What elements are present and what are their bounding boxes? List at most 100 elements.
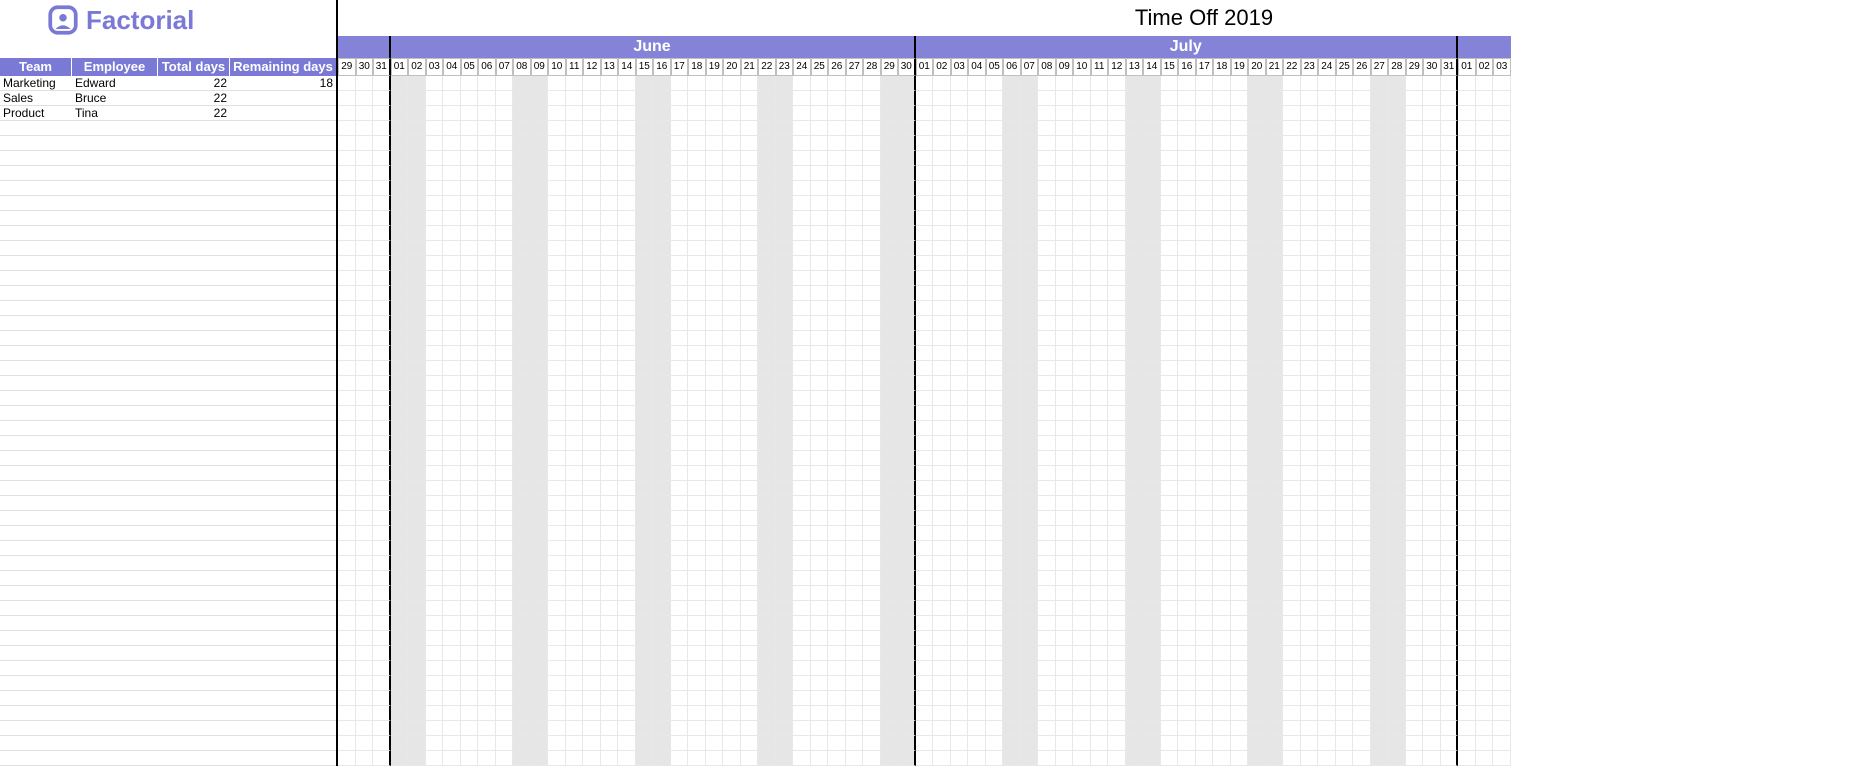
cell-total-days[interactable] bbox=[158, 616, 230, 630]
calendar-cell[interactable] bbox=[391, 526, 409, 541]
calendar-cell[interactable] bbox=[566, 511, 584, 526]
calendar-cell[interactable] bbox=[1493, 316, 1511, 331]
calendar-cell[interactable] bbox=[776, 421, 794, 436]
calendar-cell[interactable] bbox=[601, 676, 619, 691]
calendar-cell[interactable] bbox=[1476, 121, 1494, 136]
calendar-cell[interactable] bbox=[828, 226, 846, 241]
calendar-cell[interactable] bbox=[1126, 226, 1144, 241]
calendar-cell[interactable] bbox=[1056, 121, 1074, 136]
calendar-cell[interactable] bbox=[496, 541, 514, 556]
calendar-cell[interactable] bbox=[1406, 361, 1424, 376]
calendar-cell[interactable] bbox=[1476, 196, 1494, 211]
calendar-cell[interactable] bbox=[1301, 661, 1319, 676]
calendar-cell[interactable] bbox=[1283, 391, 1301, 406]
calendar-cell[interactable] bbox=[1476, 406, 1494, 421]
calendar-cell[interactable] bbox=[601, 286, 619, 301]
calendar-cell[interactable] bbox=[741, 556, 759, 571]
calendar-cell[interactable] bbox=[1318, 286, 1336, 301]
calendar-cell[interactable] bbox=[1073, 391, 1091, 406]
employee-row[interactable] bbox=[0, 151, 336, 166]
calendar-cell[interactable] bbox=[461, 631, 479, 646]
calendar-cell[interactable] bbox=[986, 376, 1004, 391]
calendar-cell[interactable] bbox=[828, 181, 846, 196]
calendar-cell[interactable] bbox=[1301, 106, 1319, 121]
calendar-cell[interactable] bbox=[1108, 76, 1126, 91]
calendar-cell[interactable] bbox=[1021, 256, 1039, 271]
calendar-cell[interactable] bbox=[1091, 196, 1109, 211]
calendar-cell[interactable] bbox=[758, 331, 776, 346]
calendar-cell[interactable] bbox=[916, 391, 934, 406]
calendar-cell[interactable] bbox=[653, 256, 671, 271]
calendar-cell[interactable] bbox=[1441, 181, 1459, 196]
calendar-cell[interactable] bbox=[1388, 526, 1406, 541]
calendar-cell[interactable] bbox=[1301, 181, 1319, 196]
calendar-cell[interactable] bbox=[1231, 391, 1249, 406]
calendar-cell[interactable] bbox=[338, 511, 356, 526]
calendar-cell[interactable] bbox=[636, 271, 654, 286]
calendar-cell[interactable] bbox=[1423, 451, 1441, 466]
calendar-cell[interactable] bbox=[741, 121, 759, 136]
cell-employee[interactable] bbox=[72, 721, 158, 735]
calendar-cell[interactable] bbox=[636, 391, 654, 406]
calendar-cell[interactable] bbox=[741, 346, 759, 361]
calendar-cell[interactable] bbox=[933, 391, 951, 406]
calendar-cell[interactable] bbox=[1231, 691, 1249, 706]
calendar-cell[interactable] bbox=[1283, 301, 1301, 316]
calendar-cell[interactable] bbox=[933, 721, 951, 736]
calendar-cell[interactable] bbox=[373, 736, 391, 751]
employee-row[interactable] bbox=[0, 286, 336, 301]
calendar-cell[interactable] bbox=[461, 301, 479, 316]
employee-row[interactable] bbox=[0, 736, 336, 751]
calendar-cell[interactable] bbox=[811, 526, 829, 541]
calendar-cell[interactable] bbox=[776, 541, 794, 556]
calendar-cell[interactable] bbox=[1301, 556, 1319, 571]
calendar-cell[interactable] bbox=[1423, 721, 1441, 736]
calendar-cell[interactable] bbox=[846, 241, 864, 256]
calendar-cell[interactable] bbox=[1371, 556, 1389, 571]
cell-remaining-days[interactable]: 18 bbox=[230, 76, 336, 90]
calendar-cell[interactable] bbox=[1388, 211, 1406, 226]
cell-remaining-days[interactable] bbox=[230, 646, 336, 660]
calendar-cell[interactable] bbox=[426, 496, 444, 511]
calendar-cell[interactable] bbox=[898, 721, 916, 736]
calendar-cell[interactable] bbox=[1318, 436, 1336, 451]
calendar-cell[interactable] bbox=[986, 661, 1004, 676]
calendar-cell[interactable] bbox=[443, 526, 461, 541]
calendar-cell[interactable] bbox=[513, 661, 531, 676]
calendar-cell[interactable] bbox=[1441, 166, 1459, 181]
calendar-cell[interactable] bbox=[496, 136, 514, 151]
calendar-cell[interactable] bbox=[1476, 256, 1494, 271]
calendar-cell[interactable] bbox=[356, 91, 374, 106]
calendar-cell[interactable] bbox=[1388, 76, 1406, 91]
calendar-cell[interactable] bbox=[723, 406, 741, 421]
calendar-cell[interactable] bbox=[1266, 106, 1284, 121]
calendar-cell[interactable] bbox=[618, 601, 636, 616]
calendar-cell[interactable] bbox=[653, 241, 671, 256]
cell-employee[interactable] bbox=[72, 751, 158, 765]
calendar-cell[interactable] bbox=[1038, 136, 1056, 151]
calendar-cell[interactable] bbox=[1266, 691, 1284, 706]
calendar-cell[interactable] bbox=[1336, 526, 1354, 541]
calendar-cell[interactable] bbox=[1126, 76, 1144, 91]
calendar-cell[interactable] bbox=[461, 421, 479, 436]
calendar-cell[interactable] bbox=[1231, 301, 1249, 316]
calendar-cell[interactable] bbox=[478, 121, 496, 136]
calendar-cell[interactable] bbox=[863, 286, 881, 301]
calendar-cell[interactable] bbox=[653, 121, 671, 136]
calendar-cell[interactable] bbox=[1073, 421, 1091, 436]
calendar-cell[interactable] bbox=[1038, 301, 1056, 316]
calendar-cell[interactable] bbox=[863, 421, 881, 436]
calendar-cell[interactable] bbox=[478, 511, 496, 526]
calendar-cell[interactable] bbox=[1266, 421, 1284, 436]
cell-team[interactable] bbox=[0, 526, 72, 540]
calendar-cell[interactable] bbox=[1248, 496, 1266, 511]
calendar-cell[interactable] bbox=[601, 256, 619, 271]
calendar-cell[interactable] bbox=[671, 91, 689, 106]
calendar-cell[interactable] bbox=[1493, 211, 1511, 226]
calendar-cell[interactable] bbox=[793, 91, 811, 106]
calendar-cell[interactable] bbox=[338, 616, 356, 631]
calendar-cell[interactable] bbox=[916, 106, 934, 121]
calendar-cell[interactable] bbox=[1003, 721, 1021, 736]
calendar-cell[interactable] bbox=[1388, 571, 1406, 586]
calendar-cell[interactable] bbox=[1231, 346, 1249, 361]
